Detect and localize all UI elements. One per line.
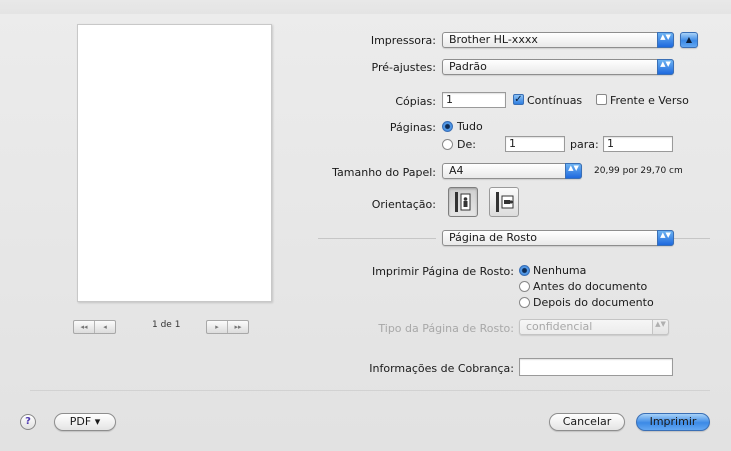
printer-value: Brother HL-xxxx xyxy=(449,33,538,46)
cover-option-after: Depois do documento xyxy=(533,296,654,309)
billing-field[interactable] xyxy=(519,358,673,376)
pages-to-field[interactable]: 1 xyxy=(603,136,673,152)
print-preview xyxy=(77,24,272,302)
cover-type-value: confidencial xyxy=(526,320,593,333)
cover-none-radio[interactable] xyxy=(519,265,530,276)
preview-back-nav: ◂◂ ◂ xyxy=(73,320,116,334)
first-page-button[interactable]: ◂◂ xyxy=(74,321,95,333)
section-value: Página de Rosto xyxy=(449,231,538,244)
cover-type-label: Tipo da Página de Rosto: xyxy=(378,322,514,335)
help-icon[interactable]: ? xyxy=(20,414,36,430)
paper-size-value: A4 xyxy=(449,164,464,177)
duplex-checkbox[interactable] xyxy=(596,94,607,105)
pages-label: Páginas: xyxy=(389,121,436,134)
pages-from-label: De: xyxy=(457,138,476,151)
title-bar xyxy=(0,0,731,14)
section-divider-left xyxy=(318,238,436,239)
pages-all-radio[interactable] xyxy=(442,121,453,132)
landscape-icon xyxy=(496,192,514,212)
duplex-label: Frente e Verso xyxy=(610,94,689,107)
cover-option-before: Antes do documento xyxy=(533,280,648,293)
pages-all-label: Tudo xyxy=(457,120,483,133)
collated-checkbox[interactable]: ✓ xyxy=(513,94,524,105)
presets-select[interactable]: Padrão ▲▼ xyxy=(442,59,674,75)
portrait-orientation-button[interactable] xyxy=(448,187,478,217)
collated-label: Contínuas xyxy=(527,94,583,107)
paper-dimensions: 20,99 por 29,70 cm xyxy=(594,166,683,176)
copies-label: Cópias: xyxy=(395,95,436,108)
cancel-button[interactable]: Cancelar xyxy=(549,413,625,431)
popup-arrows-icon: ▲▼ xyxy=(657,32,674,48)
next-page-button[interactable]: ▸ xyxy=(207,321,228,333)
cover-after-radio[interactable] xyxy=(519,297,530,308)
prev-page-button[interactable]: ◂ xyxy=(95,321,115,333)
landscape-orientation-button[interactable] xyxy=(489,187,519,217)
print-button[interactable]: Imprimir xyxy=(636,413,710,431)
portrait-icon xyxy=(455,192,471,212)
copies-field[interactable]: 1 xyxy=(442,92,506,108)
billing-label: Informações de Cobrança: xyxy=(369,362,514,375)
page-counter: 1 de 1 xyxy=(152,320,181,330)
presets-value: Padrão xyxy=(449,60,487,73)
cover-option-none: Nenhuma xyxy=(533,264,587,277)
last-page-button[interactable]: ▸▸ xyxy=(228,321,248,333)
printer-select[interactable]: Brother HL-xxxx ▲▼ xyxy=(442,32,674,48)
pages-to-label: para: xyxy=(570,138,599,151)
popup-arrows-icon: ▲▼ xyxy=(652,319,669,335)
cover-type-select[interactable]: confidencial ▲▼ xyxy=(519,319,669,335)
printer-label: Impressora: xyxy=(370,34,436,47)
print-dialog: ◂◂ ◂ 1 de 1 ▸ ▸▸ Impressora: Brother HL-… xyxy=(0,0,731,451)
pdf-button[interactable]: PDF ▾ xyxy=(54,413,116,431)
preview-forward-nav: ▸ ▸▸ xyxy=(206,320,249,334)
collapse-details-button[interactable]: ▲ xyxy=(680,32,698,48)
section-divider-right xyxy=(674,238,710,239)
paper-size-label: Tamanho do Papel: xyxy=(332,166,436,179)
popup-arrows-icon: ▲▼ xyxy=(565,163,582,179)
popup-arrows-icon: ▲▼ xyxy=(657,230,674,246)
popup-arrows-icon: ▲▼ xyxy=(657,59,674,75)
cover-before-radio[interactable] xyxy=(519,281,530,292)
pages-range-radio[interactable] xyxy=(442,139,453,150)
footer-divider xyxy=(30,390,710,391)
cover-page-label: Imprimir Página de Rosto: xyxy=(371,265,514,278)
section-select[interactable]: Página de Rosto ▲▼ xyxy=(442,230,674,246)
presets-label: Pré-ajustes: xyxy=(371,61,436,74)
paper-size-select[interactable]: A4 ▲▼ xyxy=(442,163,582,179)
orientation-label: Orientação: xyxy=(371,198,436,211)
pages-from-field[interactable]: 1 xyxy=(505,136,565,152)
